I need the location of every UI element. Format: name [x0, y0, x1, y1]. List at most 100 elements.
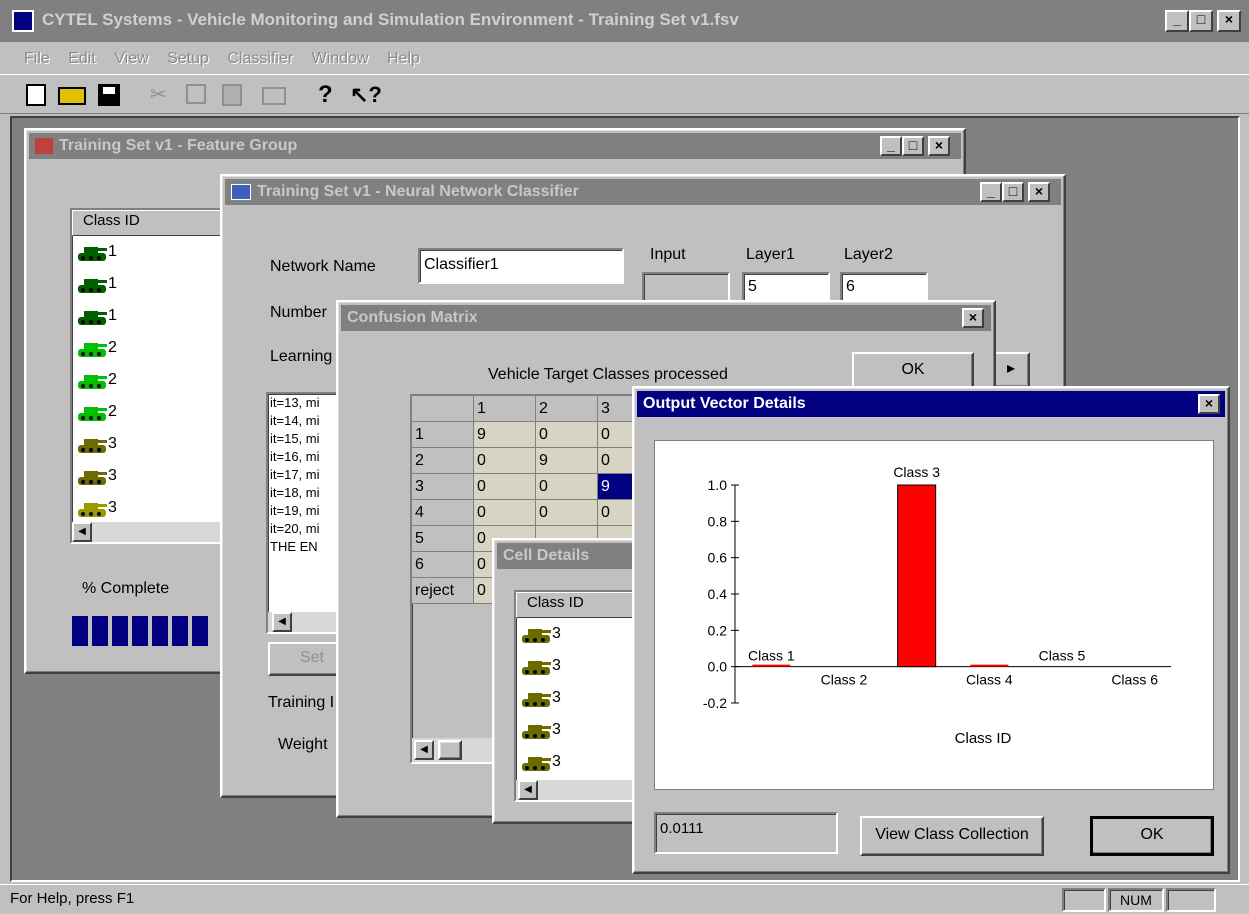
output-vector-close-button[interactable]: ×: [1198, 394, 1220, 414]
matrix-scroll-thumb[interactable]: [438, 740, 462, 760]
list-item[interactable]: 1: [72, 268, 228, 300]
matrix-cell[interactable]: 9: [474, 422, 536, 448]
matrix-row-header[interactable]: 6: [412, 552, 474, 578]
confusion-subtitle: Vehicle Target Classes processed: [488, 366, 728, 383]
x-axis-label: Class ID: [955, 730, 1012, 747]
save-icon[interactable]: [98, 84, 120, 106]
class-id-label: 3: [552, 657, 561, 674]
network-name-input[interactable]: Classifier1: [418, 248, 624, 284]
view-class-collection-label: View Class Collection: [875, 826, 1029, 843]
class-id-label: 3: [108, 435, 117, 452]
confusion-ok-button[interactable]: OK: [852, 352, 974, 390]
fg-hscrollbar[interactable]: ◀: [72, 522, 228, 542]
open-folder-icon[interactable]: [58, 87, 86, 105]
app-maximize-button[interactable]: □: [1189, 10, 1213, 32]
menu-classifier[interactable]: Classifier: [227, 50, 293, 68]
training-label: Training I: [268, 694, 335, 711]
class-id-label: 3: [552, 753, 561, 770]
list-item[interactable]: 2: [72, 364, 228, 396]
nn-maximize-button[interactable]: □: [1002, 182, 1024, 202]
matrix-col-header[interactable]: 1: [474, 396, 536, 422]
app-close-button[interactable]: ×: [1217, 10, 1241, 32]
app-title: CYTEL Systems - Vehicle Monitoring and S…: [42, 10, 739, 29]
confusion-close-button[interactable]: ×: [962, 308, 984, 328]
matrix-row-header[interactable]: reject: [412, 578, 474, 604]
list-item[interactable]: 3: [72, 428, 228, 460]
fg-class-list-header[interactable]: Class ID: [72, 210, 228, 236]
fg-maximize-button[interactable]: □: [902, 136, 924, 156]
new-file-icon[interactable]: [26, 84, 46, 106]
progress-block: [92, 616, 108, 646]
matrix-corner-cell[interactable]: [412, 396, 474, 422]
chart-panel: 1.0 0.8 0.6 0.4 0.2 0.0 -0.2 Class 1 Class 2 Clas…: [654, 440, 1214, 790]
cut-icon[interactable]: ✂: [150, 84, 172, 106]
matrix-row-header[interactable]: 1: [412, 422, 474, 448]
context-help-icon[interactable]: ↖?: [350, 82, 382, 108]
nn-window-icon: [231, 183, 251, 200]
progress-block: [152, 616, 168, 646]
status-text: For Help, press F1: [10, 890, 135, 907]
matrix-cell[interactable]: 0: [536, 422, 598, 448]
list-item[interactable]: 3: [72, 460, 228, 492]
menu-view[interactable]: View: [114, 50, 148, 68]
output-ok-label: OK: [1140, 826, 1164, 843]
app-minimize-button[interactable]: _: [1165, 10, 1189, 32]
class-id-label: 1: [108, 243, 117, 260]
menu-file[interactable]: File: [24, 50, 50, 68]
matrix-row-header[interactable]: 5: [412, 526, 474, 552]
y-tick-label: 0.6: [708, 550, 728, 566]
list-item[interactable]: 1: [72, 236, 228, 268]
feature-group-title: Training Set v1 - Feature Group: [59, 137, 298, 154]
nn-title: Training Set v1 - Neural Network Classif…: [257, 183, 579, 200]
nn-close-button[interactable]: ×: [1028, 182, 1050, 202]
cell-details-header-label: Class ID: [527, 594, 584, 611]
menu-setup[interactable]: Setup: [167, 50, 209, 68]
view-class-collection-button[interactable]: View Class Collection: [860, 816, 1044, 856]
copy-icon[interactable]: [186, 84, 206, 104]
menu-edit[interactable]: Edit: [68, 50, 96, 68]
fg-minimize-button[interactable]: _: [880, 136, 902, 156]
tank-icon: [520, 746, 552, 778]
feature-group-icon: [35, 137, 53, 154]
nn-minimize-button[interactable]: _: [980, 182, 1002, 202]
cd-scroll-left-arrow[interactable]: ◀: [518, 780, 538, 800]
class-id-label: 2: [108, 403, 117, 420]
matrix-col-header[interactable]: 2: [536, 396, 598, 422]
tank-icon: [76, 364, 108, 396]
matrix-cell[interactable]: 0: [474, 500, 536, 526]
menu-help[interactable]: Help: [387, 50, 420, 68]
category-label: Class 3: [893, 464, 940, 480]
tank-icon: [76, 492, 108, 524]
list-item[interactable]: 1: [72, 300, 228, 332]
output-ok-button[interactable]: OK: [1090, 816, 1214, 856]
output-value-box: 0.0111: [654, 812, 838, 854]
list-item[interactable]: 2: [72, 396, 228, 428]
matrix-cell[interactable]: 0: [536, 500, 598, 526]
fg-class-list-header-label: Class ID: [83, 212, 140, 229]
fg-close-button[interactable]: ×: [928, 136, 950, 156]
list-item[interactable]: 2: [72, 332, 228, 364]
matrix-row-header[interactable]: 2: [412, 448, 474, 474]
log-scroll-left-arrow[interactable]: ◀: [272, 612, 292, 632]
paste-icon[interactable]: [222, 84, 242, 106]
fg-scroll-left-arrow[interactable]: ◀: [72, 522, 92, 542]
matrix-scroll-left-arrow[interactable]: ◀: [414, 740, 434, 760]
tank-icon: [520, 650, 552, 682]
list-item[interactable]: 3: [72, 492, 228, 524]
matrix-cell[interactable]: 0: [474, 474, 536, 500]
matrix-row-header[interactable]: 3: [412, 474, 474, 500]
print-icon[interactable]: [262, 87, 286, 105]
progress-block: [112, 616, 128, 646]
matrix-cell[interactable]: 0: [536, 474, 598, 500]
about-icon[interactable]: ?: [318, 82, 336, 108]
nn-hidden-button[interactable]: ▸: [992, 352, 1030, 388]
matrix-cell[interactable]: 0: [474, 448, 536, 474]
fg-class-list[interactable]: Class ID 1 1 1 2 2 2 3 3 3 ◀: [70, 208, 230, 544]
matrix-row-header[interactable]: 4: [412, 500, 474, 526]
tank-icon: [520, 714, 552, 746]
progress-block: [192, 616, 208, 646]
matrix-cell[interactable]: 9: [536, 448, 598, 474]
menu-window[interactable]: Window: [312, 50, 369, 68]
status-pane-num: NUM: [1108, 888, 1164, 912]
y-tick-label: -0.2: [703, 695, 727, 711]
